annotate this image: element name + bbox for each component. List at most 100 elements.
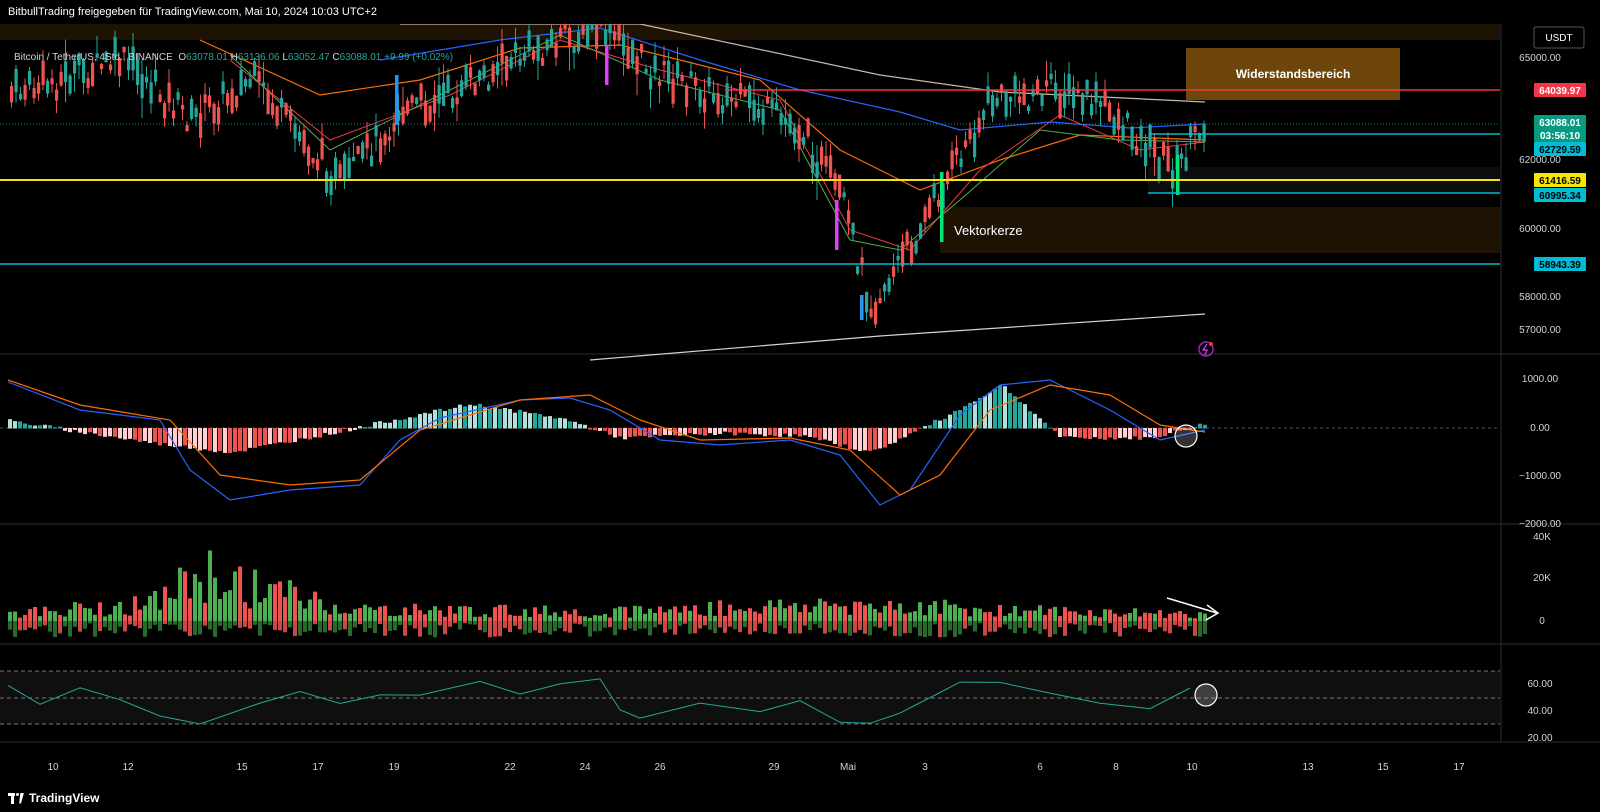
macd-histogram-bar (898, 428, 902, 439)
volume-bar (1178, 611, 1182, 621)
price-axis-tick: 60000.00 (1519, 224, 1561, 235)
volume-bar (1053, 606, 1057, 621)
candle (851, 222, 855, 235)
time-axis-tick: 17 (1453, 762, 1465, 773)
candle (833, 173, 837, 190)
volume-bar-negative (1128, 621, 1132, 628)
volume-bar (643, 613, 647, 621)
macd-histogram-bar (1203, 424, 1207, 429)
volume-bar (518, 615, 522, 621)
macd-histogram-bar (548, 416, 552, 429)
candle (23, 84, 27, 100)
macd-histogram-bar (1128, 428, 1132, 440)
volume-bar-negative (658, 621, 662, 625)
volume-bar-negative (1123, 621, 1127, 628)
candle (1108, 102, 1112, 122)
macd-histogram-bar (1108, 428, 1112, 438)
volume-bar (968, 616, 972, 621)
macd-histogram-bar (93, 428, 97, 434)
volume-bar-negative (618, 621, 622, 630)
macd-histogram-bar (593, 428, 597, 431)
candle (1018, 96, 1022, 103)
macd-histogram-bar (63, 428, 67, 431)
candle (451, 97, 455, 109)
volume-bar-negative (538, 621, 542, 633)
time-axis-tick: 15 (236, 762, 248, 773)
volume-bar-negative (118, 621, 122, 627)
candle (649, 77, 653, 90)
volume-bar-negative (963, 621, 967, 629)
volume-bar (218, 598, 222, 621)
price-marker-label: 62729.59 (1539, 145, 1581, 156)
macd-histogram-bar (488, 408, 492, 429)
macd-histogram-bar (578, 424, 582, 429)
candle (374, 125, 378, 137)
chart-svg[interactable]: WiderstandsbereichVektorkerze65000.00620… (0, 1, 1600, 782)
volume-bar-negative (193, 621, 197, 636)
volume-bar-negative (38, 621, 42, 627)
volume-bar (928, 604, 932, 621)
volume-bar-negative (698, 621, 702, 629)
macd-histogram-bar (133, 428, 137, 440)
volume-bar (868, 603, 872, 621)
volume-bar-negative (1198, 621, 1202, 637)
volume-bar-negative (298, 621, 302, 636)
volume-bar (153, 590, 157, 621)
macd-histogram-bar (628, 428, 632, 437)
candle (698, 90, 702, 107)
volume-bar (368, 607, 372, 621)
candle (1180, 153, 1184, 159)
volume-bar (423, 614, 427, 621)
volume-bar-negative (128, 621, 132, 625)
symbol-legend[interactable]: Bitcoin / TetherUS, 4Std., BINANCE O6307… (14, 52, 453, 63)
macd-histogram-bar (113, 428, 117, 437)
volume-bar-negative (103, 621, 107, 628)
volume-bar-negative (798, 621, 802, 634)
macd-histogram-bar (558, 417, 562, 429)
volume-bar-negative (998, 621, 1002, 628)
volume-bar (63, 616, 67, 621)
volume-bar-negative (108, 621, 112, 631)
rsi-axis-tick: 40.00 (1527, 706, 1552, 717)
volume-bar (533, 607, 537, 621)
volume-bar-negative (918, 621, 922, 637)
volume-bar-negative (693, 621, 697, 634)
candle (311, 157, 315, 164)
volume-bar (128, 615, 132, 621)
tradingview-brand[interactable]: TradingView (8, 791, 99, 805)
time-axis-tick: 17 (312, 762, 324, 773)
volume-bar-negative (1008, 621, 1012, 630)
candle (779, 113, 783, 126)
candle (1202, 124, 1206, 142)
macd-histogram-bar (1098, 428, 1102, 439)
volume-bar (1173, 612, 1177, 621)
close-label: C (332, 52, 340, 63)
macd-histogram-bar (413, 417, 417, 429)
volume-bar (848, 614, 852, 621)
volume-bar (743, 610, 747, 621)
candle (388, 136, 392, 141)
volume-bar-negative (713, 621, 717, 634)
volume-bar (513, 615, 517, 621)
volume-bar (463, 606, 467, 621)
time-axis-tick: 24 (579, 762, 591, 773)
volume-bar-negative (643, 621, 647, 629)
volume-bar-negative (778, 621, 782, 626)
volume-trend-arrow (1166, 597, 1218, 614)
volume-bar (1183, 613, 1187, 621)
volume-bar (1168, 613, 1172, 621)
macd-histogram-bar (43, 424, 47, 429)
candle (91, 62, 95, 87)
candle (793, 127, 797, 144)
volume-bar (1113, 613, 1117, 621)
volume-bar (1138, 616, 1142, 621)
candle (865, 291, 869, 313)
candle (887, 278, 891, 292)
volume-bar (13, 611, 17, 621)
macd-histogram-bar (588, 428, 592, 430)
macd-histogram-bar (603, 428, 607, 431)
volume-bar (433, 606, 437, 621)
volume-bar-negative (1033, 621, 1037, 631)
chart-area[interactable]: Widerstandsbereich Vektorkerze 65000.00 620… (0, 1, 1600, 782)
volume-bar-negative (598, 621, 602, 632)
